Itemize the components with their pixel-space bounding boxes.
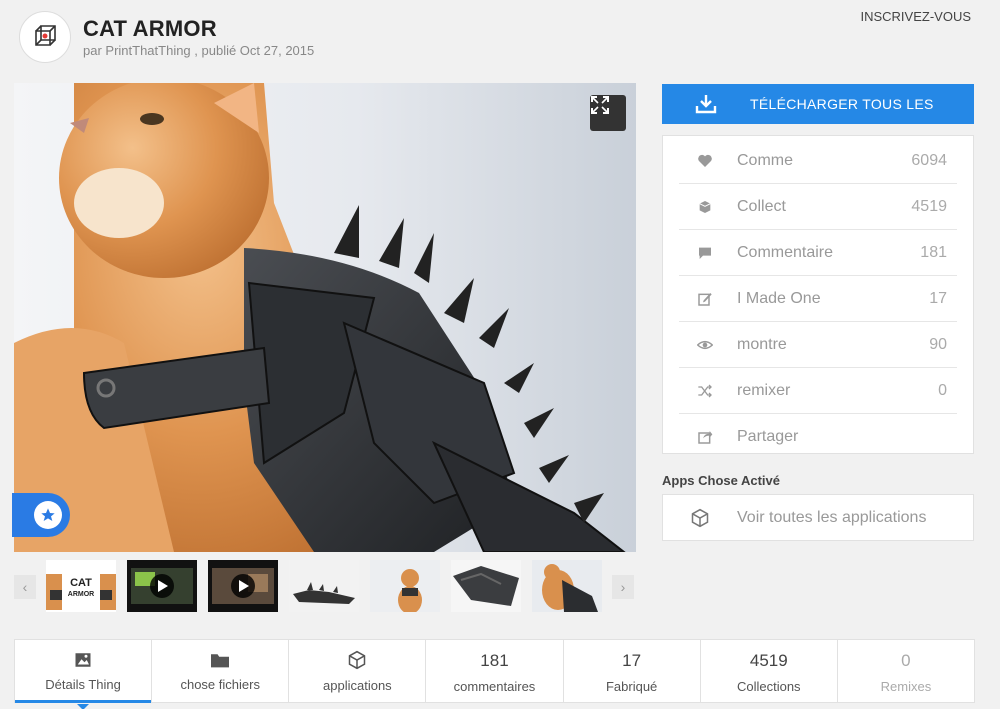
stat-comment-count: 181 — [920, 243, 947, 261]
thumbnail-6-image — [453, 566, 519, 606]
author-byline: par PrintThatThing , publié Oct 27, 2015 — [83, 43, 315, 58]
tab-remixes[interactable]: 0 Remixes — [838, 640, 974, 702]
thumbnail-5-image — [398, 569, 422, 612]
tab-collections[interactable]: 4519 Collections — [701, 640, 838, 702]
stat-share-label: Partager — [737, 428, 799, 445]
stat-remix-count: 0 — [938, 381, 947, 399]
eye-icon — [697, 340, 713, 349]
stat-like-label: Comme — [737, 151, 794, 169]
thumbnail-armor-text: ARMOR — [67, 591, 95, 598]
thumbnail-2[interactable] — [127, 560, 197, 612]
stat-views-label: montre — [737, 335, 787, 353]
edit-icon — [698, 292, 712, 306]
tab-applications[interactable]: applications — [289, 640, 427, 702]
tab-comments[interactable]: 181 commentaires — [426, 640, 564, 702]
tab-makes[interactable]: 17 Fabriqué — [564, 640, 701, 702]
tab-comments-count: 181 — [480, 650, 509, 670]
video-thumbnail-image — [212, 568, 274, 604]
active-tab-caret — [77, 704, 90, 709]
tab-remixes-count: 0 — [901, 650, 911, 670]
thumbnail-5[interactable] — [370, 560, 440, 612]
stat-share[interactable]: Partager — [679, 414, 957, 460]
apps-section-title: Apps Chose Activé — [662, 473, 780, 488]
thumbnail-6[interactable] — [451, 560, 521, 612]
thing-tabs: Détails Thing chose fichiers application… — [14, 639, 975, 709]
share-icon — [698, 431, 713, 444]
stat-views-count: 90 — [929, 335, 947, 353]
download-all-label: TÉLÉCHARGER TOUS LES — [750, 96, 934, 112]
thumbnail-cat-text: CAT — [70, 577, 92, 589]
fullscreen-button[interactable] — [590, 95, 626, 131]
thumbnail-4-image — [293, 582, 355, 604]
tab-applications-label: applications — [323, 677, 392, 693]
thumbnail-next-arrow[interactable]: › — [612, 575, 634, 599]
stat-views[interactable]: montre 90 — [679, 322, 957, 368]
stat-like[interactable]: Comme 6094 — [679, 138, 957, 184]
tab-collections-label: Collections — [736, 678, 801, 694]
stat-made-one[interactable]: I Made One 17 — [679, 276, 957, 322]
box-icon — [691, 508, 709, 527]
tab-thing-files[interactable]: chose fichiers — [152, 640, 290, 702]
download-icon-wrap — [662, 94, 750, 114]
heart-icon — [698, 154, 712, 167]
stat-collect[interactable]: Collect 4519 — [679, 184, 957, 230]
download-all-button[interactable]: TÉLÉCHARGER TOUS LES — [662, 84, 974, 124]
tab-collections-count: 4519 — [749, 650, 788, 670]
cube-logo-icon — [35, 25, 56, 46]
tab-comments-label: commentaires — [453, 678, 536, 694]
thumbnail-7-image — [542, 564, 598, 612]
stat-collect-count: 4519 — [911, 197, 947, 215]
thumbnail-3[interactable] — [208, 560, 278, 612]
thumbnail-4[interactable] — [289, 560, 359, 612]
stat-remix[interactable]: remixer 0 — [679, 368, 957, 414]
stat-comment[interactable]: Commentaire 181 — [679, 230, 957, 276]
thumbnail-strip: ‹ CAT ARMOR › — [14, 560, 636, 612]
signup-link[interactable]: INSCRIVEZ-VOUS — [860, 9, 971, 24]
download-icon — [695, 95, 717, 114]
stat-made-one-label: I Made One — [737, 289, 821, 307]
stat-collect-label: Collect — [737, 197, 786, 215]
stat-like-count: 6094 — [911, 151, 947, 169]
main-image[interactable] — [14, 83, 636, 552]
expand-icon — [591, 96, 609, 114]
shuffle-icon — [698, 384, 712, 397]
stats-panel: Comme 6094 Collect 4519 Commentaire 181 … — [662, 135, 974, 454]
stat-comment-label: Commentaire — [737, 243, 834, 261]
tab-makes-count: 17 — [622, 650, 642, 670]
favorite-circle — [34, 501, 62, 529]
cat-armor-photo — [14, 83, 626, 552]
comment-icon — [699, 247, 711, 259]
collect-icon — [699, 200, 711, 213]
thumbnail-7[interactable] — [532, 560, 602, 612]
star-icon — [41, 508, 55, 521]
tab-thing-details[interactable]: Détails Thing — [15, 640, 153, 709]
image-icon — [75, 652, 91, 667]
thumbnail-prev-arrow[interactable]: ‹ — [14, 575, 36, 599]
video-thumbnail-image — [131, 568, 193, 604]
stat-made-one-count: 17 — [929, 289, 947, 307]
view-all-apps-button[interactable]: Voir toutes les applications — [662, 494, 974, 541]
cube-icon — [349, 650, 366, 669]
tab-makes-label: Fabriqué — [605, 678, 658, 694]
page-title: CAT ARMOR — [83, 16, 217, 41]
site-logo[interactable] — [19, 11, 71, 63]
thumbnail-1[interactable]: CAT ARMOR — [46, 560, 116, 612]
folder-icon — [211, 653, 230, 667]
tab-remixes-label: Remixes — [880, 678, 932, 694]
tab-thing-files-label: chose fichiers — [180, 676, 260, 692]
stat-remix-label: remixer — [737, 381, 791, 399]
favorite-button[interactable] — [12, 493, 70, 537]
tab-thing-details-label: Détails Thing — [45, 676, 121, 692]
view-all-apps-label: Voir toutes les applications — [737, 508, 927, 526]
